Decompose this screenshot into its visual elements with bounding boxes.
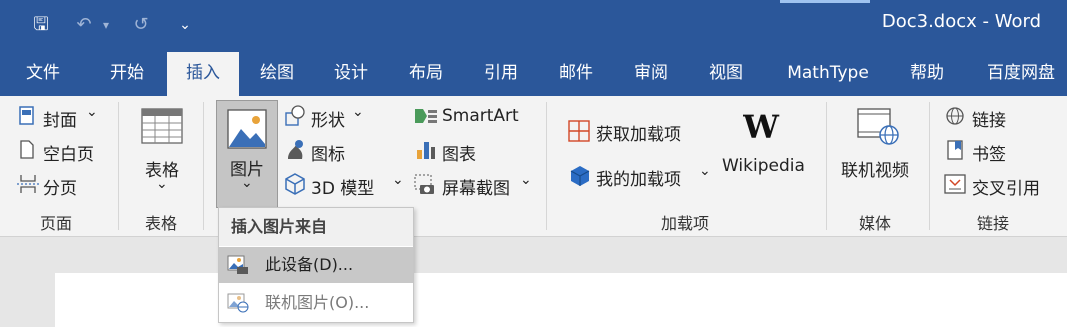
link-label: 链接 [972, 111, 1006, 131]
pages-group-label: 页面 [40, 214, 73, 233]
chart-label: 图表 [442, 145, 476, 165]
cover-page-icon [19, 106, 34, 125]
cover-page-dropdown-icon: ⌄ [86, 104, 98, 120]
tab-mailings[interactable]: 邮件 [543, 52, 609, 96]
customize-qat-icon[interactable]: ⌄ [174, 12, 196, 38]
online-pictures-icon [227, 293, 249, 313]
online-pictures-label: 联机图片(O)... [265, 293, 370, 312]
3d-models-dropdown-icon: ⌄ [392, 172, 404, 188]
group-divider [203, 102, 204, 230]
pictures-dropdown-icon: ⌄ [241, 175, 253, 191]
ribbon-tab-bar: 文件 开始 插入 绘图 设计 布局 引用 邮件 审阅 视图 MathType 帮… [0, 52, 1067, 96]
cube-icon [285, 173, 305, 195]
tab-home[interactable]: 开始 [94, 52, 160, 96]
ribbon-panel: 封面 ⌄ 空白页 分页 页面 表格 ⌄ 表格 图片 ⌄ 形状 ⌄ 图标 3D 模… [0, 96, 1067, 237]
group-divider [118, 102, 119, 230]
menu-item-this-device[interactable]: 此设备(D)... [219, 247, 413, 283]
addins-group-label: 加载项 [661, 214, 710, 233]
shapes-label: 形状 [311, 111, 345, 131]
menu-item-online-pictures[interactable]: 联机图片(O)... [219, 285, 413, 321]
this-device-icon [227, 255, 248, 274]
online-video-icon [857, 108, 899, 145]
smartart-label: SmartArt [442, 106, 519, 126]
tab-references[interactable]: 引用 [468, 52, 534, 96]
bookmark-icon [947, 140, 963, 160]
my-addins-label: 我的加载项 [596, 170, 681, 190]
cross-reference-icon [944, 174, 966, 194]
screenshot-label: 屏幕截图 [442, 179, 510, 199]
cross-reference-label: 交叉引用 [972, 179, 1040, 199]
title-bar: 🖫 ↶ ▾ ↺ ⌄ Doc3.docx - Word [0, 0, 1067, 52]
my-addins-icon [570, 166, 590, 186]
this-device-label: 此设备(D)... [265, 255, 354, 274]
links-group-label: 链接 [977, 214, 1010, 233]
media-group-label: 媒体 [859, 214, 892, 233]
undo-dropdown-icon[interactable]: ▾ [98, 12, 114, 38]
tab-draw[interactable]: 绘图 [244, 52, 310, 96]
link-icon [946, 107, 964, 125]
window-title: Doc3.docx - Word [881, 11, 1041, 32]
icons-icon [288, 140, 303, 159]
smartart-icon [415, 109, 437, 123]
3d-models-label: 3D 模型 [311, 179, 375, 199]
page-break-icon [17, 175, 39, 193]
save-icon[interactable]: 🖫 [28, 12, 54, 38]
page-break-label: 分页 [43, 179, 77, 199]
tab-review[interactable]: 审阅 [618, 52, 684, 96]
table-dropdown-icon: ⌄ [156, 176, 168, 192]
screenshot-dropdown-icon: ⌄ [520, 172, 532, 188]
blank-page-icon [20, 140, 34, 159]
menu-header-label: 插入图片来自 [231, 217, 328, 236]
shapes-icon [285, 105, 305, 126]
undo-icon[interactable]: ↶ [72, 12, 96, 38]
shapes-dropdown-icon: ⌄ [352, 104, 364, 120]
table-icon [141, 108, 183, 144]
bookmark-label: 书签 [972, 145, 1006, 165]
get-addins-label: 获取加载项 [596, 125, 681, 145]
wikipedia-label: Wikipedia [722, 156, 805, 176]
tab-design[interactable]: 设计 [318, 52, 384, 96]
online-video-label: 联机视频 [841, 161, 909, 181]
icons-label: 图标 [311, 145, 345, 165]
svg-text:W: W [743, 110, 780, 144]
menu-header: 插入图片来自 [219, 208, 413, 246]
pictures-button[interactable]: 图片 ⌄ [216, 100, 278, 208]
group-divider [546, 102, 547, 230]
tab-insert[interactable]: 插入 [167, 52, 239, 96]
insert-picture-menu: 插入图片来自 此设备(D)... 联机图片(O)... [218, 207, 414, 323]
group-divider [826, 102, 827, 230]
redo-icon[interactable]: ↺ [128, 12, 154, 38]
tables-group-label: 表格 [145, 214, 178, 233]
tab-baidu-netdisk[interactable]: 百度网盘 [978, 52, 1064, 96]
tab-file[interactable]: 文件 [10, 52, 76, 96]
tab-help[interactable]: 帮助 [894, 52, 960, 96]
store-icon [568, 120, 590, 142]
wikipedia-icon: W [743, 110, 780, 144]
tab-mathtype[interactable]: MathType [776, 52, 880, 96]
document-page[interactable] [55, 273, 1067, 327]
blank-page-label: 空白页 [43, 145, 94, 165]
title-accent-bar [780, 0, 870, 3]
tab-view[interactable]: 视图 [693, 52, 759, 96]
cover-page-label: 封面 [43, 111, 77, 131]
screenshot-icon [414, 174, 434, 194]
chart-icon [417, 142, 435, 159]
tab-layout[interactable]: 布局 [393, 52, 459, 96]
picture-icon [227, 109, 267, 149]
my-addins-dropdown-icon: ⌄ [699, 163, 711, 179]
group-divider [929, 102, 930, 230]
